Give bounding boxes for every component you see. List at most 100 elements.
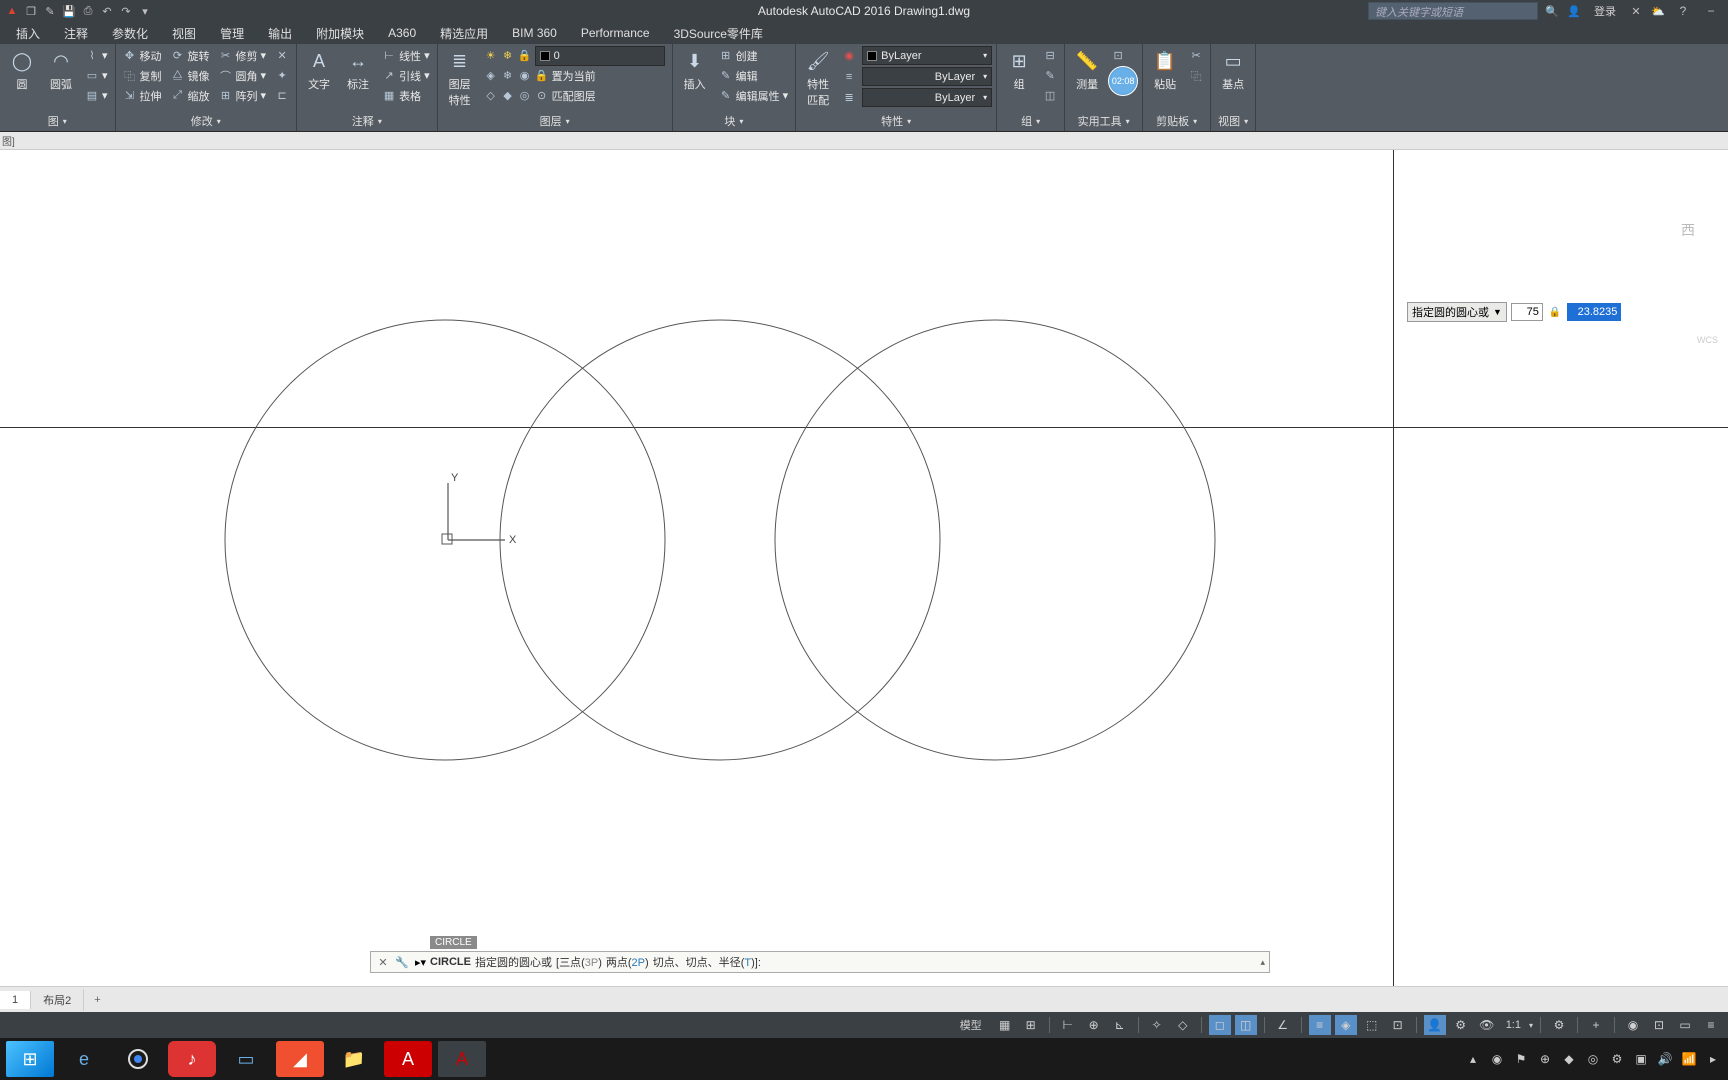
base-button[interactable]: ▭ 基点 (1215, 46, 1251, 94)
rectangle-button[interactable]: ▭▾ (82, 66, 111, 85)
panel-group-title[interactable]: 组 (1001, 111, 1060, 131)
new-icon[interactable]: ❐ (23, 3, 39, 19)
group-button[interactable]: ⊞ 组 (1001, 46, 1037, 94)
tray-network-icon[interactable]: 📶 (1680, 1050, 1698, 1068)
tab-performance[interactable]: Performance (569, 23, 662, 43)
tray-volume-icon[interactable]: 🔊 (1656, 1050, 1674, 1068)
cmd-history-icon[interactable]: ▴ (1260, 957, 1265, 968)
color-select[interactable]: ByLayer (862, 46, 992, 65)
group-select-button[interactable]: ◫ (1040, 86, 1060, 105)
paste-button[interactable]: 📋 粘贴 (1147, 46, 1183, 94)
cmd-recent-icon[interactable]: ▸▾ (415, 956, 426, 969)
task-app2[interactable]: ◢ (276, 1041, 324, 1077)
dyn-y-input[interactable] (1567, 303, 1621, 321)
search-icon[interactable]: 🔍 (1544, 3, 1560, 19)
tab-3dsource[interactable]: 3DSource零件库 (662, 22, 775, 45)
command-line[interactable]: ✕ 🔧 ▸▾ CIRCLE 指定圆的圆心或 [三点(3P) 两点(2P) 切点、… (370, 951, 1270, 973)
circle-button[interactable]: ◯ 圆 (4, 46, 40, 94)
layout-tab-model[interactable]: 1 (0, 991, 31, 1009)
offset-button[interactable]: ⊏ (272, 86, 292, 105)
anno-toggle[interactable]: 👤 (1424, 1015, 1446, 1035)
text-button[interactable]: A 文字 (301, 46, 337, 94)
tray-icon-2[interactable]: ⚑ (1512, 1050, 1530, 1068)
lineweight-select[interactable]: ByLayer (862, 67, 992, 86)
stretch-button[interactable]: ⇲拉伸 (120, 86, 165, 105)
setcurrent-button[interactable]: 置为当前 (552, 68, 596, 84)
anno-vis-toggle[interactable]: 👁 (1476, 1015, 1498, 1035)
panel-props-title[interactable]: 特性 (800, 111, 992, 131)
move-button[interactable]: ✥移动 (120, 46, 165, 65)
tray-more-icon[interactable]: ▸ (1704, 1050, 1722, 1068)
exchange-icon[interactable]: ✕ (1628, 3, 1644, 19)
panel-view-title[interactable]: 视图 (1215, 111, 1251, 131)
start-button[interactable]: ⊞ (6, 1041, 54, 1077)
undo-icon[interactable]: ↶ (99, 3, 115, 19)
task-pdf[interactable]: A (384, 1041, 432, 1077)
layer-off-icon[interactable]: ◉ (518, 69, 532, 83)
isolate-toggle[interactable]: ◉ (1622, 1015, 1644, 1035)
view-cube[interactable]: 西 (1658, 200, 1718, 260)
tab-parametric[interactable]: 参数化 (100, 22, 160, 45)
task-ie[interactable]: e (60, 1041, 108, 1077)
otrack-toggle[interactable]: ∠ (1272, 1015, 1294, 1035)
linetype-select[interactable]: ByLayer (862, 88, 992, 107)
copy-clip-button[interactable]: ⿻ (1186, 66, 1206, 85)
tray-icon-1[interactable]: ◉ (1488, 1050, 1506, 1068)
status-model[interactable]: 模型 (952, 1015, 990, 1035)
tray-up-icon[interactable]: ▴ (1464, 1050, 1482, 1068)
tpy-toggle[interactable]: ◈ (1335, 1015, 1357, 1035)
measure-button[interactable]: 📏 测量 (1069, 46, 1105, 94)
help-search-input[interactable]: 键入关键字或短语 (1368, 2, 1538, 20)
ortho-toggle[interactable]: ⊾ (1109, 1015, 1131, 1035)
task-netease[interactable]: ♪ (168, 1041, 216, 1077)
layer-lock-icon[interactable]: 🔒 (535, 69, 549, 83)
tab-addins[interactable]: 附加模块 (304, 22, 376, 45)
ungroup-button[interactable]: ⊟ (1040, 46, 1060, 65)
panel-clip-title[interactable]: 剪贴板 (1147, 111, 1206, 131)
tab-a360[interactable]: A360 (376, 23, 428, 43)
ws-toggle[interactable]: ⚙ (1548, 1015, 1570, 1035)
anno-auto-toggle[interactable]: ⚙ (1450, 1015, 1472, 1035)
panel-modify-title[interactable]: 修改 (120, 111, 293, 131)
drawing-canvas[interactable]: X Y 西 WCS 指定圆的圆心或 ▼ 🔒 (0, 150, 1728, 986)
task-chrome[interactable] (114, 1041, 162, 1077)
cmd-config-icon[interactable]: 🔧 (395, 956, 411, 969)
scale-display[interactable]: 1:1 (1502, 1019, 1525, 1031)
arc-button[interactable]: ◠ 圆弧 (43, 46, 79, 94)
snap-toggle[interactable]: ⊞ (1020, 1015, 1042, 1035)
tray-icon-6[interactable]: ⚙ (1608, 1050, 1626, 1068)
iso-toggle[interactable]: ◇ (1172, 1015, 1194, 1035)
minimize-button[interactable]: − (1700, 2, 1722, 20)
layer-props-button[interactable]: ≣ 图层 特性 (442, 46, 478, 110)
hw-toggle[interactable]: ⊡ (1648, 1015, 1670, 1035)
dyn-x-input[interactable] (1511, 303, 1543, 321)
tab-bim360[interactable]: BIM 360 (500, 23, 569, 43)
login-button[interactable]: 登录 (1588, 3, 1622, 19)
polyline-button[interactable]: ⌇▾ (82, 46, 111, 65)
layout-tab-2[interactable]: 布局2 (31, 989, 84, 1011)
save-icon[interactable]: 💾 (61, 3, 77, 19)
tab-manage[interactable]: 管理 (208, 22, 256, 45)
tab-insert[interactable]: 插入 (4, 22, 52, 45)
custom-button[interactable]: ≡ (1700, 1015, 1722, 1035)
match-props-button[interactable]: 🖌 特性 匹配 (800, 46, 836, 110)
open-icon[interactable]: ✎ (42, 3, 58, 19)
tab-annotate[interactable]: 注释 (52, 22, 100, 45)
erase-button[interactable]: ✕ (272, 46, 292, 65)
copy-button[interactable]: ⿻复制 (120, 66, 165, 85)
tray-icon-7[interactable]: ▣ (1632, 1050, 1650, 1068)
trim-button[interactable]: ✂修剪 ▾ (216, 46, 270, 65)
app-menu-icon[interactable]: ▲ (4, 3, 20, 19)
tab-view[interactable]: 视图 (160, 22, 208, 45)
create-block-button[interactable]: ⊞创建 (716, 46, 792, 65)
osnap-toggle[interactable]: ◻ (1209, 1015, 1231, 1035)
layer-select[interactable]: 0 (535, 46, 665, 66)
infer-toggle[interactable]: ⊢ (1057, 1015, 1079, 1035)
help-icon[interactable]: ? (1672, 2, 1694, 20)
panel-block-title[interactable]: 块 (677, 111, 792, 131)
a360-icon[interactable]: ⛅ (1650, 3, 1666, 19)
panel-draw-title[interactable]: 图 (4, 111, 111, 131)
print-icon[interactable]: ⎙ (80, 3, 96, 19)
dimension-button[interactable]: ↔ 标注 (340, 46, 376, 94)
linear-button[interactable]: ⊢线性 ▾ (379, 46, 433, 65)
